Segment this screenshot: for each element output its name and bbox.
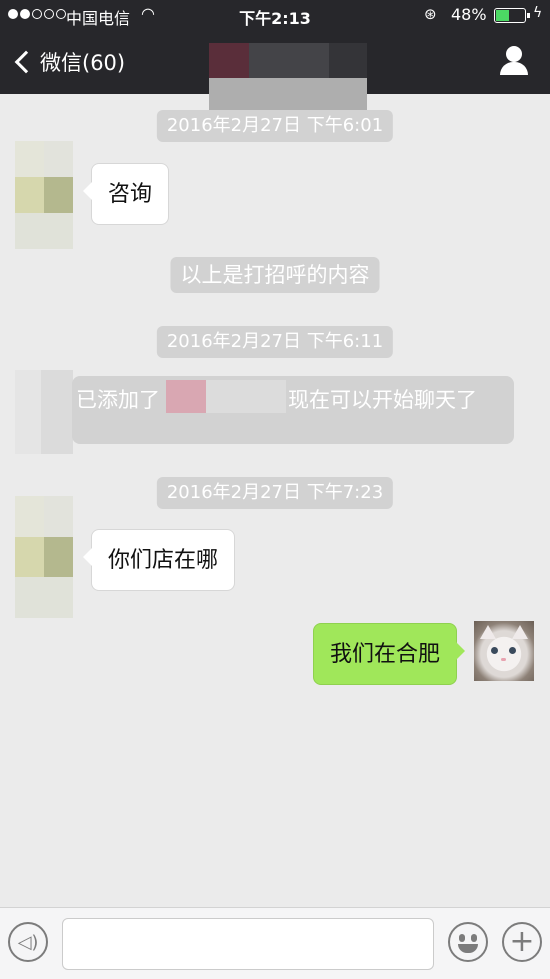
contact-avatar[interactable] bbox=[15, 141, 73, 249]
chat-info-button[interactable] bbox=[497, 44, 531, 78]
battery-percent: 48% bbox=[451, 5, 487, 24]
message-input[interactable] bbox=[62, 918, 434, 970]
system-message: 以上是打招呼的内容 bbox=[170, 257, 380, 293]
chevron-left-icon bbox=[14, 50, 38, 74]
received-message-bubble[interactable]: 你们店在哪 bbox=[82, 529, 236, 591]
more-button[interactable]: + bbox=[502, 922, 542, 962]
back-button[interactable]: 微信(60) bbox=[12, 43, 125, 81]
emoji-button[interactable] bbox=[448, 922, 488, 962]
charging-icon: ϟ bbox=[533, 5, 543, 21]
timestamp: 2016年2月27日 下午6:01 bbox=[156, 110, 394, 142]
back-label: 微信(60) bbox=[40, 51, 126, 75]
emoji-icon bbox=[450, 924, 486, 960]
battery-icon bbox=[494, 8, 530, 23]
chat-title-redacted bbox=[209, 43, 367, 113]
redacted-name bbox=[206, 380, 286, 413]
person-icon bbox=[506, 46, 522, 62]
contact-avatar[interactable] bbox=[15, 496, 73, 618]
system-message-start: 已添加了 bbox=[76, 388, 160, 412]
plus-icon: + bbox=[509, 924, 535, 959]
received-message-bubble[interactable]: 咨询 bbox=[82, 163, 170, 225]
timestamp: 2016年2月27日 下午7:23 bbox=[156, 477, 394, 509]
sent-message-bubble[interactable]: 我们在合肥 bbox=[312, 623, 466, 685]
my-avatar[interactable] bbox=[474, 621, 534, 681]
rotation-lock-icon: ⊛ bbox=[424, 5, 437, 23]
voice-button[interactable]: ◁) bbox=[8, 922, 48, 962]
system-message-end: 现在可以开始聊天了 bbox=[288, 388, 477, 412]
status-bar: 中国电信 ◠ 下午2:13 ⊛ 48% ϟ bbox=[0, 0, 550, 32]
top-navigation-bar: 中国电信 ◠ 下午2:13 ⊛ 48% ϟ 微信(60) bbox=[0, 0, 550, 113]
voice-icon: ◁) bbox=[17, 931, 39, 953]
system-avatar-redacted bbox=[15, 370, 73, 454]
redacted-name bbox=[166, 380, 206, 413]
input-toolbar: ◁) + bbox=[0, 907, 550, 979]
timestamp: 2016年2月27日 下午6:11 bbox=[156, 326, 394, 358]
system-message-friend-added: 已添加了 现在可以开始聊天了 bbox=[72, 376, 514, 444]
